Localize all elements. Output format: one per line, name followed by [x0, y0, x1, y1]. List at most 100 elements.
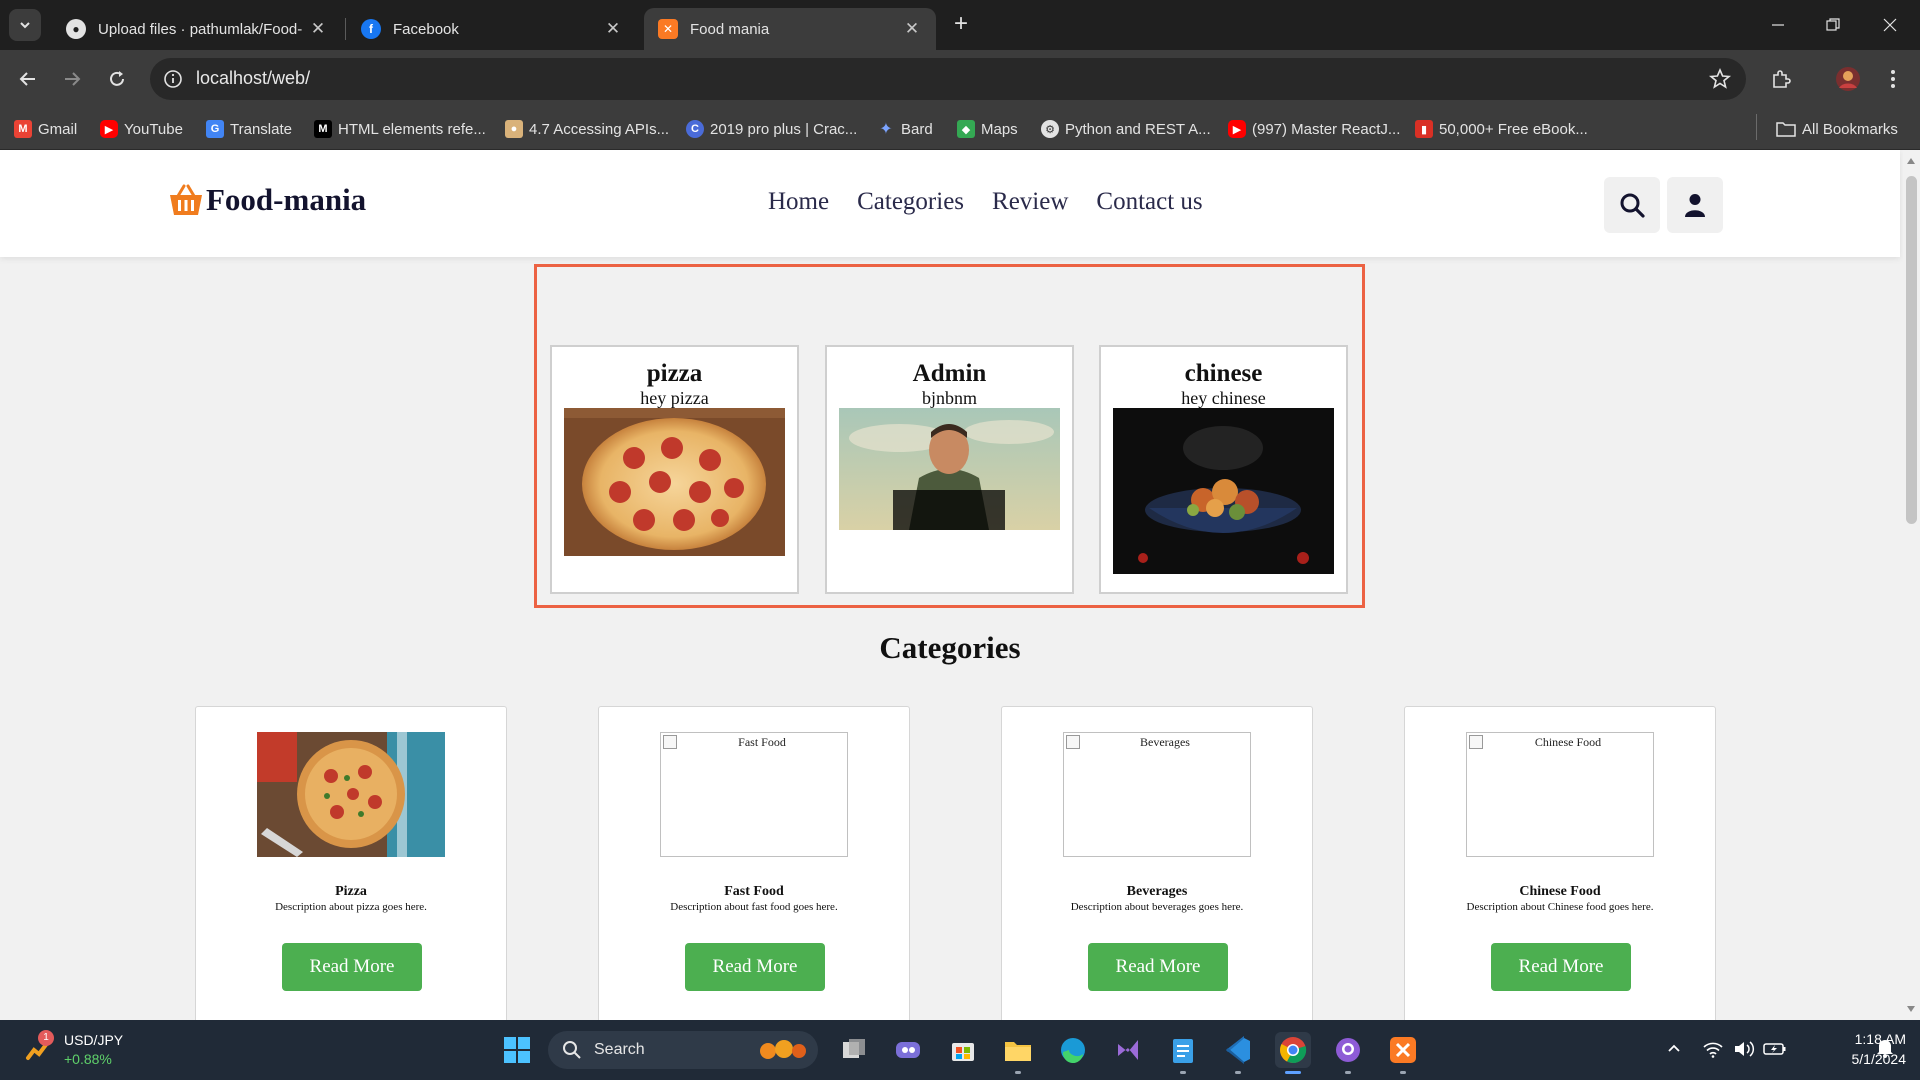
volume-status[interactable] [1733, 1040, 1755, 1061]
featured-section: pizza hey pizza Admin bjnbnm chinese hey… [534, 264, 1365, 608]
xampp-app[interactable] [1385, 1032, 1421, 1074]
bookmark-star-icon[interactable] [1708, 67, 1732, 91]
featured-card-pizza[interactable]: pizza hey pizza [550, 345, 799, 594]
tab-food-mania[interactable]: ✕ Food mania ✕ [644, 8, 936, 50]
edge-icon [1061, 1038, 1085, 1064]
arrow-left-icon [19, 72, 35, 86]
game-art-photo [839, 408, 1060, 530]
extensions-button[interactable] [1764, 62, 1798, 96]
youtube-icon: ▶ [100, 120, 118, 138]
edge-app[interactable] [1055, 1032, 1091, 1068]
read-more-button[interactable]: Read More [685, 943, 825, 991]
tab-facebook[interactable]: f Facebook ✕ [347, 8, 637, 50]
category-image-broken: Fast Food [660, 732, 848, 857]
page-scrollbar[interactable] [1903, 150, 1920, 1020]
running-indicator [1235, 1071, 1241, 1074]
url-text[interactable]: localhost/web/ [196, 68, 310, 89]
close-tab-icon[interactable]: ✕ [603, 19, 623, 39]
show-hidden-icons[interactable] [1666, 1040, 1682, 1059]
new-tab-button[interactable]: + [948, 12, 974, 38]
category-image-broken: Beverages [1063, 732, 1251, 857]
read-more-button[interactable]: Read More [1088, 943, 1228, 991]
bookmark-crack[interactable]: C 2019 pro plus | Crac... [686, 118, 857, 140]
minimize-button[interactable] [1758, 10, 1798, 40]
bookmarks-divider [1756, 114, 1757, 140]
tab-strip: ● Upload files · pathumlak/Food- ✕ f Fac… [0, 0, 1920, 50]
bookmark-apis[interactable]: ● 4.7 Accessing APIs... [505, 118, 669, 140]
reload-button[interactable] [100, 62, 134, 96]
bookmark-mdn[interactable]: M HTML elements refe... [314, 118, 486, 140]
nav-home[interactable]: Home [768, 188, 829, 216]
stock-widget[interactable]: 1 USD/JPY +0.88% [24, 1030, 164, 1072]
bookmark-bard[interactable]: ✦ Bard [877, 118, 932, 140]
wifi-status[interactable] [1702, 1040, 1724, 1061]
bookmark-react[interactable]: ▶ (997) Master ReactJ... [1228, 118, 1400, 140]
scroll-up-icon[interactable] [1907, 158, 1915, 164]
running-indicator-active [1285, 1071, 1301, 1074]
close-tab-icon[interactable]: ✕ [902, 19, 922, 39]
close-window-button[interactable] [1870, 10, 1910, 40]
scroll-down-icon[interactable] [1907, 1006, 1915, 1012]
start-button[interactable] [499, 1032, 535, 1068]
folder-icon [1005, 1042, 1031, 1061]
read-more-button[interactable]: Read More [282, 943, 422, 991]
notepad-app[interactable] [1165, 1032, 1201, 1074]
search-button[interactable] [1604, 177, 1660, 233]
file-explorer-app[interactable] [1000, 1032, 1036, 1074]
chrome-app[interactable] [1275, 1032, 1311, 1074]
tab-divider [345, 18, 346, 40]
battery-status[interactable] [1763, 1040, 1787, 1061]
forward-button[interactable] [55, 62, 89, 96]
close-tab-icon[interactable]: ✕ [308, 19, 328, 39]
user-button[interactable] [1667, 177, 1723, 233]
category-card-pizza: Pizza Description about pizza goes here.… [195, 706, 507, 1020]
maps-icon: ◆ [957, 120, 975, 138]
restore-button[interactable] [1813, 10, 1853, 40]
meet-app[interactable] [890, 1032, 926, 1068]
bookmark-ebooks[interactable]: ▮ 50,000+ Free eBook... [1415, 118, 1588, 140]
task-view-button[interactable] [836, 1032, 872, 1068]
profile-avatar[interactable] [1831, 62, 1865, 96]
arrow-right-icon [65, 72, 81, 86]
store-app[interactable] [945, 1032, 981, 1068]
user-icon [1685, 194, 1705, 217]
tab-title: Facebook [393, 20, 459, 38]
nav-contact[interactable]: Contact us [1096, 188, 1202, 216]
address-bar[interactable]: localhost/web/ [150, 58, 1746, 100]
visual-studio-app[interactable] [1110, 1032, 1146, 1068]
taskbar-search[interactable]: Search [548, 1031, 818, 1069]
category-image-broken: Chinese Food [1466, 732, 1654, 857]
site-logo[interactable]: Food-mania [168, 182, 366, 218]
scrollbar-thumb[interactable] [1906, 176, 1917, 524]
tab-search-button[interactable] [9, 9, 41, 41]
bookmark-python[interactable]: ⚙ Python and REST A... [1041, 118, 1211, 140]
featured-card-admin[interactable]: Admin bjnbnm [825, 345, 1074, 594]
facebook-icon: f [361, 19, 381, 39]
bookmark-youtube[interactable]: ▶ YouTube [100, 118, 183, 140]
category-name: Beverages [1126, 884, 1188, 899]
tab-github[interactable]: ● Upload files · pathumlak/Food- ✕ [52, 8, 342, 50]
running-indicator [1400, 1071, 1406, 1074]
all-bookmarks[interactable]: All Bookmarks [1776, 118, 1898, 140]
basket-icon [170, 184, 202, 215]
nav-review[interactable]: Review [992, 188, 1068, 216]
bookmark-translate[interactable]: G Translate [206, 118, 292, 140]
bookmark-gmail[interactable]: M Gmail [14, 118, 77, 140]
running-indicator [1345, 1071, 1351, 1074]
minimize-icon [1772, 24, 1784, 26]
site-info-icon[interactable] [162, 68, 184, 90]
notifications-button[interactable] [1876, 1038, 1894, 1061]
featured-card-chinese[interactable]: chinese hey chinese [1099, 345, 1348, 594]
back-button[interactable] [11, 62, 45, 96]
nav-categories[interactable]: Categories [857, 188, 964, 216]
read-more-button[interactable]: Read More [1491, 943, 1631, 991]
browser-menu-button[interactable] [1876, 62, 1910, 96]
category-card-fast-food: Fast Food Fast Food Description about fa… [598, 706, 910, 1020]
category-card-chinese-food: Chinese Food Chinese Food Description ab… [1404, 706, 1716, 1020]
chrome-icon [1280, 1037, 1307, 1064]
bookmark-label: HTML elements refe... [338, 120, 486, 138]
category-description: Description about pizza goes here. [275, 901, 427, 913]
vscode-app[interactable] [1220, 1032, 1256, 1074]
bookmark-maps[interactable]: ◆ Maps [957, 118, 1018, 140]
github-desktop-app[interactable] [1330, 1032, 1366, 1074]
